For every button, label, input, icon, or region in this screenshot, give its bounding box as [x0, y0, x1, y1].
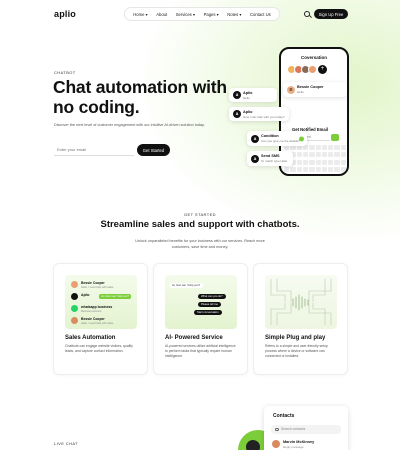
chat-bubble: Start conversation — [194, 310, 222, 315]
list-item: whatsapp business Business account — [71, 304, 131, 314]
feature-description: Refers to a simple and user-friendly set… — [265, 344, 328, 359]
keyboard — [284, 145, 346, 173]
aplio-icon: a — [233, 110, 241, 118]
contacts-search-placeholder: Search contacts — [281, 427, 306, 432]
chat-card-aplio-1: a Aplio Hello — [229, 88, 277, 102]
feature-description: AI-powered services utilize artificial i… — [165, 344, 236, 359]
chat-bubble: Hi, how can I help you? — [169, 283, 203, 288]
top-navigation: aplio Home ▾ About Services ▾ Pages ▾ No… — [0, 0, 400, 28]
status-dot — [299, 136, 304, 141]
chat-card-name: Aplio — [243, 91, 253, 95]
aplio-icon — [71, 293, 78, 300]
avatar: B — [287, 85, 295, 94]
circuit-illustration — [265, 275, 337, 329]
chat-bubble: What can you do? — [198, 294, 226, 299]
list-item-text: Hello, I need help with sales — [81, 321, 114, 325]
feature-card-ai[interactable]: Hi, how can I help you? What can you do?… — [153, 263, 248, 375]
contact-subtitle: Reply message — [283, 445, 304, 449]
chat-card-name: Send SMS — [261, 154, 280, 158]
chat-card-text: How I can help with you today? — [243, 115, 285, 119]
list-item: Bessie Cooper Hello, I need help with sa… — [71, 280, 131, 290]
chat-card-aplio-2: a Aplio How I can help with you today? — [229, 107, 289, 121]
hero-subtitle: Discover the next level of customer enga… — [54, 123, 205, 127]
contacts-widget: Contacts Search contacts Marvin McKinney… — [264, 406, 348, 450]
chat-card-name: Bessie Cooper — [297, 85, 324, 89]
ai-chat-illustration: Hi, how can I help you? What can you do?… — [165, 275, 237, 329]
main-menu: Home ▾ About Services ▾ Pages ▾ Notes ▾ … — [124, 7, 280, 21]
aplio-icon: a — [251, 134, 259, 143]
feature-description: Chatbots can engage website visitors, qu… — [65, 344, 133, 354]
chat-card-text: To match type Hello — [261, 159, 288, 163]
chat-bubble: Please tell me — [198, 302, 221, 307]
page: aplio Home ▾ About Services ▾ Pages ▾ No… — [0, 0, 400, 450]
list-item-name: Aplio — [81, 293, 90, 297]
section-subtitle: Unlock unparalleled benefits for your bu… — [135, 239, 265, 249]
menu-item-about[interactable]: About — [156, 12, 167, 17]
hero-tag: CHATBOT — [54, 70, 76, 75]
chat-card-text: Hello — [297, 90, 304, 94]
aplio-icon: a — [251, 154, 259, 163]
menu-item-contact[interactable]: Contact Us — [250, 12, 271, 17]
chat-card-name: Aplio — [243, 110, 253, 114]
section-title: Streamline sales and support with chatbo… — [100, 219, 300, 230]
chat-card-name: Condition — [261, 134, 279, 138]
list-item: Aplio Hi, how may I help you? — [71, 292, 131, 302]
reply-pill: Hi, how may I help you? — [99, 294, 131, 299]
sales-chat-illustration: Bessie Cooper Hello, I need help with sa… — [65, 275, 137, 329]
hero-title: Chat automation with no coding. — [53, 77, 227, 117]
contact-list-item[interactable]: Marvin McKinney Reply message — [271, 439, 341, 450]
feature-card-sales[interactable]: Bessie Cooper Hello, I need help with sa… — [53, 263, 148, 375]
list-item-name: Bessie Cooper — [81, 281, 105, 285]
avatar — [71, 317, 78, 324]
contacts-search-input[interactable]: Search contacts — [271, 425, 341, 434]
list-item-name: Bessie Cooper — [81, 317, 105, 321]
signup-button[interactable]: Sign Up Free — [314, 9, 348, 19]
add-participant-icon[interactable]: + — [318, 65, 327, 74]
chat-card-condition: a Condition Can you give me the details? — [247, 131, 307, 146]
avatar-group: + — [287, 65, 327, 74]
feature-title: Simple Plug and play — [265, 335, 326, 341]
whatsapp-icon — [71, 305, 78, 312]
logo[interactable]: aplio — [54, 9, 76, 19]
avatar — [272, 440, 280, 448]
person-image — [246, 440, 260, 450]
conversation-title: Coversation — [300, 55, 327, 60]
contacts-title: Contacts — [273, 413, 295, 419]
aplio-icon: a — [233, 91, 241, 99]
circuit-lines-icon — [270, 279, 332, 325]
avatar — [308, 65, 317, 74]
feature-card-plug-and-play[interactable]: Simple Plug and play Refers to a simple … — [253, 263, 348, 375]
chat-card-send-sms: a Send SMS To match type Hello — [247, 151, 293, 166]
contact-name: Marvin McKinney — [283, 440, 315, 444]
live-chat-tag: LIVE CHAT — [54, 441, 78, 446]
menu-item-notes[interactable]: Notes ▾ — [227, 12, 241, 17]
list-item-text: Hello, I need help with sales — [81, 285, 114, 289]
list-item-name: whatsapp business — [81, 305, 113, 309]
email-field[interactable] — [54, 144, 134, 156]
list-item-text: Business account — [81, 309, 102, 313]
email-signup-form: Get Started — [54, 144, 170, 156]
menu-item-home[interactable]: Home ▾ — [133, 12, 147, 17]
avatar — [71, 281, 78, 288]
menu-item-services[interactable]: Services ▾ — [176, 12, 195, 17]
search-icon — [275, 427, 279, 431]
send-icon[interactable] — [331, 134, 339, 141]
feature-title: Sales Automation — [65, 335, 116, 341]
chat-card-text: Can you give me the details? — [261, 139, 300, 143]
list-item: Bessie Cooper Hello, I need help with sa… — [71, 316, 131, 326]
search-icon[interactable] — [304, 11, 310, 17]
get-started-button[interactable]: Get Started — [137, 144, 170, 156]
chat-card-bessie: B Bessie Cooper Hello — [283, 82, 347, 97]
feature-title: AI- Powered Service — [165, 335, 223, 341]
menu-item-pages[interactable]: Pages ▾ — [204, 12, 219, 17]
chat-card-text: Hello — [243, 96, 250, 100]
section-tag: GET STARTED — [184, 212, 216, 217]
